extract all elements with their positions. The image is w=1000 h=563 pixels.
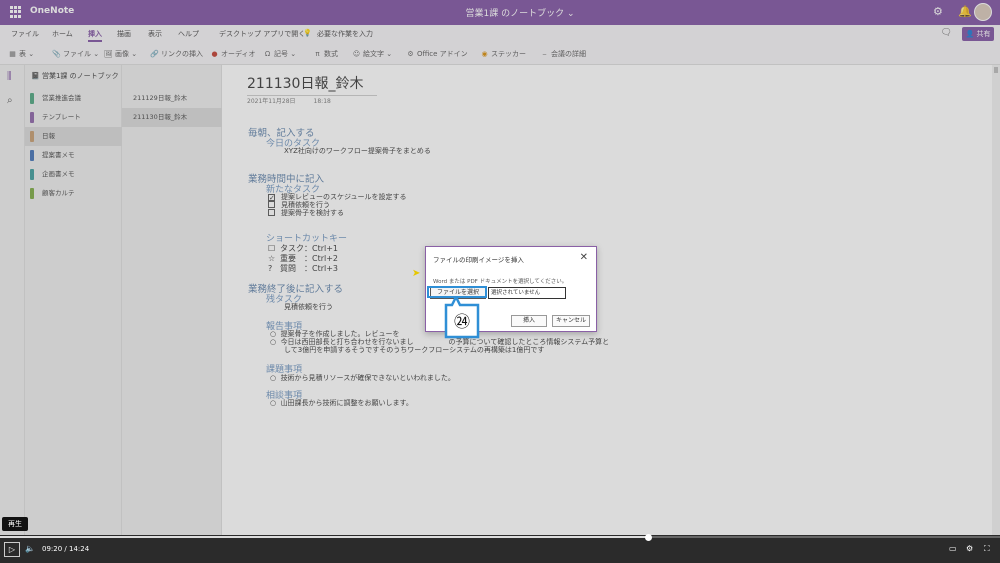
seek-progress bbox=[0, 536, 649, 538]
seek-handle[interactable] bbox=[645, 534, 652, 541]
play-button[interactable]: ▷ bbox=[4, 542, 20, 557]
selected-file-display: 選択されていません bbox=[488, 287, 566, 299]
cancel-button[interactable]: キャンセル bbox=[552, 315, 590, 327]
dialog-instruction: Word または PDF ドキュメントを選択してください。 bbox=[433, 279, 568, 285]
fullscreen-icon[interactable]: ⛶ bbox=[984, 544, 990, 554]
volume-icon[interactable]: 🔈 bbox=[25, 544, 35, 553]
insert-button[interactable]: 挿入 bbox=[511, 315, 547, 327]
dialog-title: ファイルの印刷イメージを挿入 bbox=[433, 256, 524, 264]
current-time: 09:20 bbox=[42, 545, 63, 553]
total-time: 14:24 bbox=[69, 545, 90, 553]
close-icon[interactable]: ✕ bbox=[580, 252, 588, 263]
play-tooltip: 再生 bbox=[2, 517, 28, 531]
mouse-cursor-icon: ➤ bbox=[412, 268, 421, 279]
video-controls: ▷ 🔈 09:20 / 14:24 ▭ ⚙ ⛶ bbox=[0, 534, 1000, 563]
time-display: 09:20 / 14:24 bbox=[42, 545, 90, 553]
step-number: ㉔ bbox=[454, 312, 470, 331]
settings-icon[interactable]: ⚙ bbox=[966, 544, 973, 553]
captions-icon[interactable]: ▭ bbox=[949, 544, 957, 553]
step-callout: ㉔ bbox=[444, 297, 480, 339]
